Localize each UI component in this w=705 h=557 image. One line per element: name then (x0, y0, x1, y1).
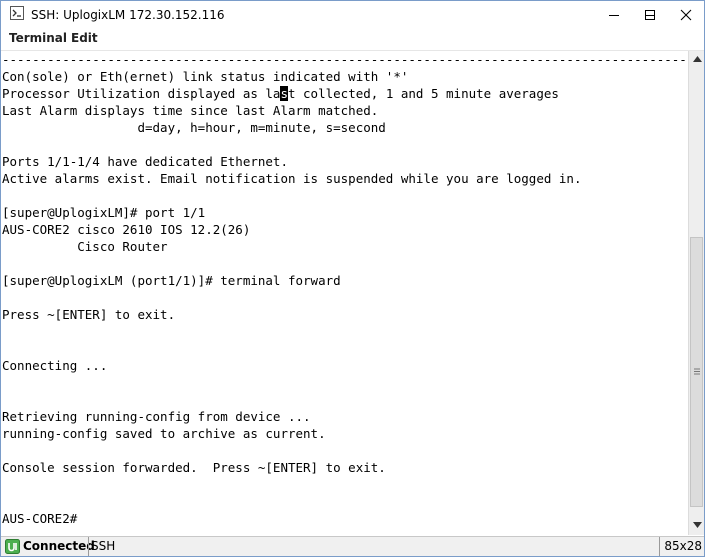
close-icon (680, 9, 692, 21)
terminal-size: 85x28 (659, 537, 702, 556)
ssh-terminal-window: SSH: UplogixLM 172.30.152.116 Terminal E… (0, 0, 705, 557)
terminal-line: [super@UplogixLM (port1/1)]# terminal fo… (2, 273, 341, 288)
terminal-app-icon (10, 6, 24, 20)
text-cursor: s (280, 86, 288, 101)
terminal-line: Ports 1/1-1/4 have dedicated Ethernet. (2, 154, 288, 169)
terminal-text: ----------------------------------------… (2, 51, 687, 527)
menu-edit[interactable]: Edit (69, 31, 100, 45)
minimize-button-hit[interactable] (596, 1, 632, 29)
terminal-line: Active alarms exist. Email notification … (2, 171, 582, 186)
terminal-line: Connecting ... (2, 358, 108, 373)
terminal-line: Last Alarm displays time since last Alar… (2, 103, 379, 118)
menu-bar: Terminal Edit (1, 29, 704, 51)
terminal-line: AUS-CORE2 cisco 2610 IOS 12.2(26) (2, 222, 251, 237)
terminal-output[interactable]: ----------------------------------------… (1, 51, 688, 535)
menu-terminal[interactable]: Terminal (7, 31, 69, 45)
terminal-line: ----------------------------------------… (2, 52, 687, 67)
terminal-line: running-config saved to archive as curre… (2, 426, 326, 441)
status-bar: Connected SSH 85x28 (1, 536, 704, 556)
terminal-line: Console session forwarded. Press ~[ENTER… (2, 460, 386, 475)
minimize-icon (609, 15, 619, 16)
grip-icon (694, 368, 700, 375)
arrow-down-icon (692, 522, 702, 528)
close-button[interactable] (668, 1, 704, 29)
connected-icon (5, 539, 20, 554)
terminal-line: Cisco Router (2, 239, 168, 254)
terminal-line: d=day, h=hour, m=minute, s=second (2, 120, 386, 135)
terminal-line: Press ~[ENTER] to exit. (2, 307, 176, 322)
window-title: SSH: UplogixLM 172.30.152.116 (31, 8, 225, 22)
terminal-line: Retrieving running-config from device ..… (2, 409, 311, 424)
protocol-label: SSH (88, 537, 115, 556)
arrow-up-icon (692, 56, 702, 62)
terminal-line: Processor Utilization displayed as last … (2, 86, 559, 101)
terminal-line: [super@UplogixLM]# port 1/1 (2, 205, 206, 220)
maximize-icon (645, 10, 655, 20)
scroll-down-button[interactable] (689, 517, 704, 533)
scroll-up-button[interactable] (689, 51, 704, 67)
scroll-thumb[interactable] (690, 237, 703, 507)
connection-status: Connected (23, 539, 95, 553)
terminal-line: Con(sole) or Eth(ernet) link status indi… (2, 69, 409, 84)
terminal-line: AUS-CORE2# (2, 511, 78, 526)
maximize-button[interactable] (632, 1, 668, 29)
vertical-scrollbar[interactable] (688, 51, 704, 535)
